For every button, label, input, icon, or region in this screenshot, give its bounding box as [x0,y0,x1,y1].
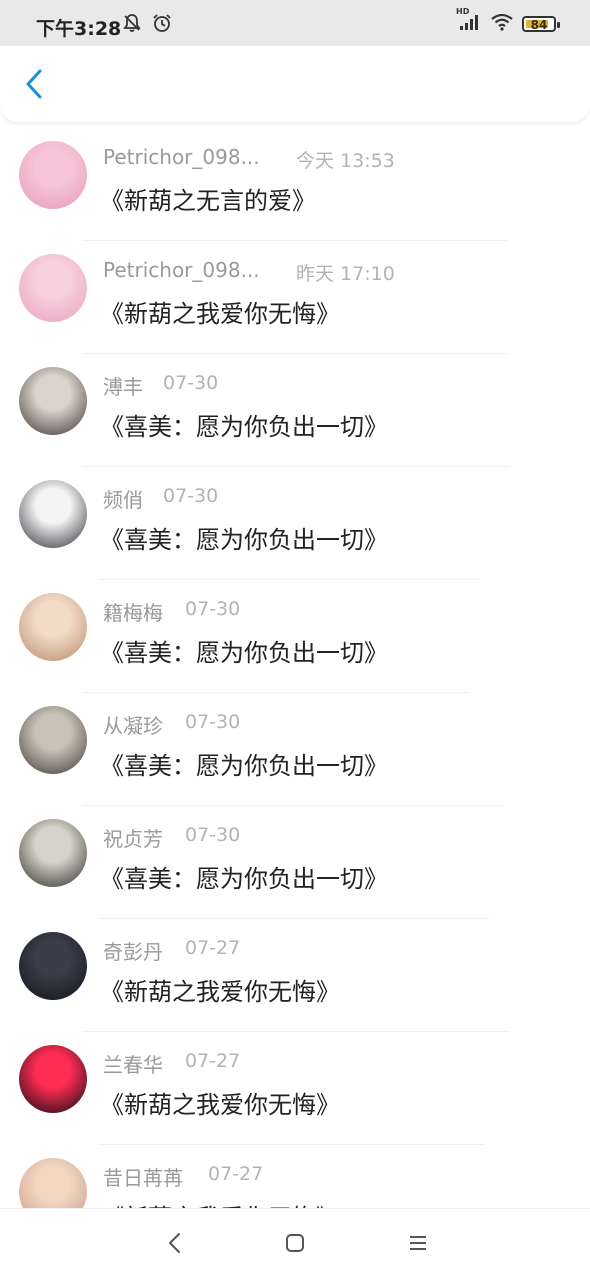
item-title[interactable]: 《新葫之我爱你无悔》 [100,294,340,329]
user-name: Petrichor_098... [103,258,260,282]
avatar[interactable] [19,480,87,548]
item-title[interactable]: 《新葫之我爱你无悔》 [100,972,340,1007]
list-item[interactable]: 奇彭丹 07-27 《新葫之我爱你无悔》 [0,919,590,1032]
item-title[interactable]: 《新葫之我爱你无悔》 [100,1085,340,1120]
list-item[interactable]: 频俏 07-30 《喜美：愿为你负出一切》 [0,467,590,580]
avatar[interactable] [19,141,87,209]
avatar[interactable] [19,932,87,1000]
wifi-icon [490,12,514,36]
nav-home-icon [284,1232,306,1258]
avatar[interactable] [19,593,87,661]
user-name: 频俏 [103,488,143,512]
avatar[interactable] [19,706,87,774]
avatar[interactable] [19,819,87,887]
item-title[interactable]: 《喜美：愿为你负出一切》 [100,746,388,781]
avatar[interactable] [19,1045,87,1113]
user-name: 祝贞芳 [103,827,163,851]
timestamp: 07-27 [185,1050,241,1072]
timestamp: 07-30 [163,372,219,394]
item-title[interactable]: 《喜美：愿为你负出一切》 [100,407,388,442]
screen: 下午3:28 HD 84 Petrichor_098... 今天 13:53 《… [0,0,590,1280]
user-name: 奇彭丹 [103,940,163,964]
timestamp: 07-30 [163,485,219,507]
status-right-icons: HD 84 [456,7,560,36]
header-bar [0,46,590,123]
status-bar: 下午3:28 HD 84 [0,0,590,46]
user-name: Petrichor_098... [103,145,260,169]
item-title[interactable]: 《喜美：愿为你负出一切》 [100,633,388,668]
nav-menu-icon [407,1233,429,1257]
avatar[interactable] [19,367,87,435]
avatar[interactable] [19,254,87,322]
user-name: 兰春华 [103,1053,163,1077]
list-item[interactable]: Petrichor_098... 今天 13:53 《新葫之无言的爱》 [0,128,590,241]
list-item[interactable]: 籍梅梅 07-30 《喜美：愿为你负出一切》 [0,580,590,693]
signal-icon: HD [456,7,482,36]
user-name: 从凝珍 [103,714,163,738]
user-name: 溥丰 [103,375,143,399]
mute-bell-icon [122,13,142,37]
timestamp: 07-30 [185,711,241,733]
timestamp: 07-30 [185,598,241,620]
chevron-left-icon [22,68,46,104]
message-list: Petrichor_098... 今天 13:53 《新葫之无言的爱》 Petrich… [0,128,590,1258]
list-item[interactable]: 溥丰 07-30 《喜美：愿为你负出一切》 [0,354,590,467]
battery-icon: 84 [522,16,560,32]
nav-home-button[interactable] [277,1229,313,1261]
battery-level: 84 [530,18,548,32]
network-label: HD [456,7,470,16]
status-left-icons [122,13,172,37]
nav-back-icon [165,1231,185,1259]
list-item[interactable]: 从凝珍 07-30 《喜美：愿为你负出一切》 [0,693,590,806]
timestamp: 昨天 17:10 [296,263,395,285]
item-title[interactable]: 《喜美：愿为你负出一切》 [100,520,388,555]
timestamp: 07-27 [208,1163,264,1185]
timestamp: 07-27 [185,937,241,959]
item-title[interactable]: 《新葫之无言的爱》 [100,181,316,216]
system-nav-bar [0,1208,590,1280]
timestamp: 今天 13:53 [296,150,395,172]
battery-cap [557,22,560,28]
item-title[interactable]: 《喜美：愿为你负出一切》 [100,859,388,894]
timestamp: 07-30 [185,824,241,846]
alarm-clock-icon [152,13,172,37]
user-name: 籍梅梅 [103,601,163,625]
list-item[interactable]: 兰春华 07-27 《新葫之我爱你无悔》 [0,1032,590,1145]
back-button[interactable] [14,66,54,106]
status-time: 下午3:28 [36,18,122,40]
nav-menu-button[interactable] [400,1229,436,1261]
list-item[interactable]: 祝贞芳 07-30 《喜美：愿为你负出一切》 [0,806,590,919]
user-name: 昔日苒苒 [103,1166,183,1190]
nav-back-button[interactable] [157,1229,193,1261]
list-item[interactable]: Petrichor_098... 昨天 17:10 《新葫之我爱你无悔》 [0,241,590,354]
